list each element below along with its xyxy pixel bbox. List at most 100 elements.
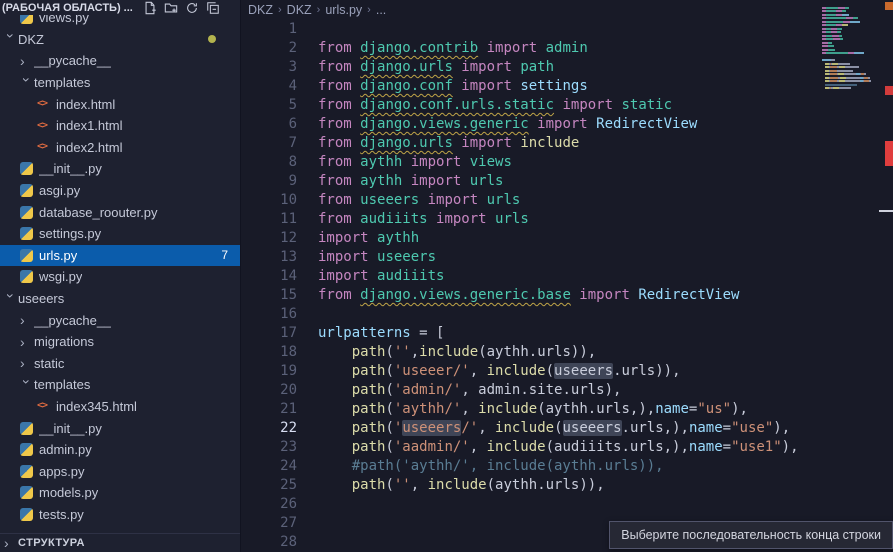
tree-item-label: useeers (18, 291, 64, 306)
code-line[interactable]: from django.urls import include (318, 134, 893, 153)
breadcrumb[interactable]: DKZ›DKZ›urls.py›... (241, 0, 893, 20)
minimap-line (822, 77, 884, 79)
tree-item-views.py[interactable]: views.py (0, 14, 240, 29)
code-line[interactable]: from django.views.generic import Redirec… (318, 115, 893, 134)
explorer-actions (143, 1, 221, 16)
outline-section-header[interactable]: › СТРУКТУРА (0, 533, 240, 552)
python-file-icon (20, 162, 33, 175)
minimap-line (822, 28, 884, 30)
folder-chevron-icon: › (20, 77, 34, 91)
code-line[interactable]: import useeers (318, 248, 893, 267)
code-line[interactable]: path('aadmin/', include(audiiits.urls,),… (318, 438, 893, 457)
line-number: 9 (241, 172, 297, 191)
code-line[interactable]: path('aythh/', include(aythh.urls,),name… (318, 400, 893, 419)
overview-ruler (885, 0, 893, 552)
eol-tooltip-text: Выберите последовательность конца строки (621, 528, 881, 542)
breadcrumb-item[interactable]: DKZ (287, 3, 312, 17)
tree-item-migrations[interactable]: ›migrations (0, 331, 240, 353)
code-line[interactable]: import aythh (318, 229, 893, 248)
tree-item-DKZ[interactable]: ›DKZ (0, 29, 240, 51)
new-file-icon[interactable] (143, 1, 158, 16)
code-line[interactable]: urlpatterns = [ (318, 324, 893, 343)
tree-item-wsgi.py[interactable]: wsgi.py (0, 266, 240, 288)
breadcrumb-item[interactable]: urls.py (325, 3, 362, 17)
breadcrumb-separator-icon: › (367, 4, 371, 16)
minimap-line (822, 87, 884, 89)
code-line[interactable]: from useeers import urls (318, 191, 893, 210)
code-line[interactable] (318, 20, 893, 39)
line-number: 12 (241, 229, 297, 248)
tree-item-useeers[interactable]: ›useeers (0, 288, 240, 310)
tree-item-tests.py[interactable]: tests.py (0, 504, 240, 526)
line-number: 13 (241, 248, 297, 267)
tree-item-admin.py[interactable]: admin.py (0, 439, 240, 461)
tree-item-__init__.py[interactable]: __init__.py (0, 417, 240, 439)
tree-item-label: __pycache__ (34, 313, 111, 328)
tree-item-settings.py[interactable]: settings.py (0, 223, 240, 245)
code-line[interactable]: path('',include(aythh.urls)), (318, 343, 893, 362)
collapse-all-icon[interactable] (206, 1, 221, 16)
code-line[interactable]: path('', include(aythh.urls)), (318, 476, 893, 495)
code-line[interactable]: path('admin/', admin.site.urls), (318, 381, 893, 400)
tree-item-label: asgi.py (39, 183, 80, 198)
tree-item-templates[interactable]: ›templates (0, 374, 240, 396)
python-file-icon (20, 249, 33, 262)
code-line[interactable]: from django.views.generic.base import Re… (318, 286, 893, 305)
code-line[interactable]: path('useeers/', include(useeers.urls,),… (318, 419, 893, 438)
code-line[interactable]: from aythh import views (318, 153, 893, 172)
ruler-error-marker (885, 141, 893, 166)
tree-item-__pycache__[interactable]: ›__pycache__ (0, 309, 240, 331)
minimap-line (822, 70, 884, 72)
tree-item-index1.html[interactable]: <>index1.html (0, 115, 240, 137)
tree-item-__init__.py[interactable]: __init__.py (0, 158, 240, 180)
code-line[interactable]: import audiiits (318, 267, 893, 286)
tree-item-templates[interactable]: ›templates (0, 72, 240, 94)
minimap-line (822, 98, 884, 100)
tree-item-database_roouter.py[interactable]: database_roouter.py (0, 201, 240, 223)
python-file-icon (20, 465, 33, 478)
minimap-line (822, 3, 884, 5)
explorer-header: (РАБОЧАЯ ОБЛАСТЬ) ... (0, 0, 240, 15)
minimap-line (822, 73, 884, 75)
breadcrumb-item[interactable]: DKZ (248, 3, 273, 17)
code-line[interactable]: from django.urls import path (318, 58, 893, 77)
tree-item-urls.py[interactable]: urls.py7 (0, 245, 240, 267)
ruler-cursor-marker (879, 210, 893, 212)
tree-item-__pycache__[interactable]: ›__pycache__ (0, 50, 240, 72)
minimap[interactable] (822, 3, 884, 101)
tree-item-index.html[interactable]: <>index.html (0, 93, 240, 115)
tree-item-label: index1.html (56, 118, 122, 133)
workspace-title: (РАБОЧАЯ ОБЛАСТЬ) ... (2, 2, 133, 14)
code-line[interactable] (318, 495, 893, 514)
code-line[interactable]: from django.contrib import admin (318, 39, 893, 58)
tree-item-label: wsgi.py (39, 269, 82, 284)
code-line[interactable]: #path('aythh/', include(aythh.urls)), (318, 457, 893, 476)
code-line[interactable]: from aythh import urls (318, 172, 893, 191)
tree-item-asgi.py[interactable]: asgi.py (0, 180, 240, 202)
code-region[interactable]: 1234567891011121314151617181920212223242… (241, 20, 893, 552)
new-folder-icon[interactable] (164, 1, 179, 16)
line-number: 1 (241, 20, 297, 39)
code-line[interactable] (318, 305, 893, 324)
code-line[interactable]: from django.conf import settings (318, 77, 893, 96)
tree-item-index345.html[interactable]: <>index345.html (0, 396, 240, 418)
python-file-icon (20, 508, 33, 521)
line-number: 28 (241, 533, 297, 552)
code-area[interactable]: from django.contrib import adminfrom dja… (318, 20, 893, 552)
minimap-line (822, 56, 884, 58)
tree-item-models.py[interactable]: models.py (0, 482, 240, 504)
tree-item-label: settings.py (39, 226, 101, 241)
tree-item-apps.py[interactable]: apps.py (0, 460, 240, 482)
refresh-icon[interactable] (185, 1, 200, 16)
code-line[interactable]: from django.conf.urls.static import stat… (318, 96, 893, 115)
line-number: 18 (241, 343, 297, 362)
tree-item-label: migrations (34, 334, 94, 349)
code-line[interactable]: path('useeer/', include(useeers.urls)), (318, 362, 893, 381)
breadcrumb-item[interactable]: ... (376, 3, 386, 17)
line-number: 6 (241, 115, 297, 134)
code-line[interactable]: from audiiits import urls (318, 210, 893, 229)
minimap-line (822, 59, 884, 61)
tree-item-index2.html[interactable]: <>index2.html (0, 137, 240, 159)
folder-chevron-icon: › (20, 313, 34, 327)
tree-item-static[interactable]: ›static (0, 353, 240, 375)
